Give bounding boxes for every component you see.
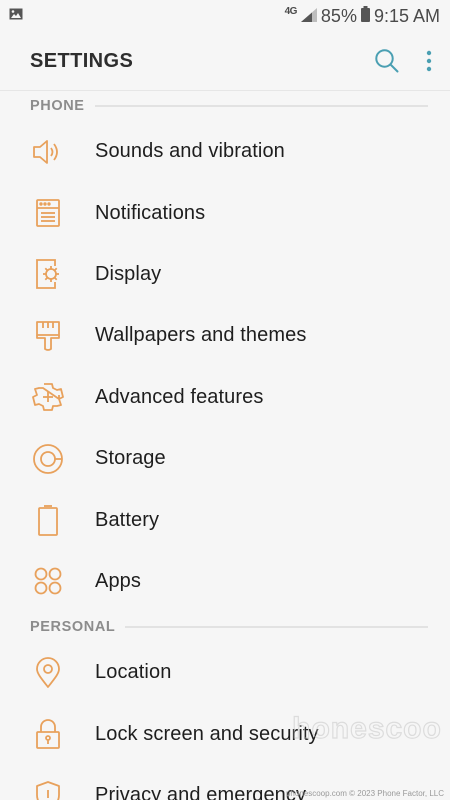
settings-item-label: Storage xyxy=(95,447,166,470)
status-right: 4G 85% 9:15 AM xyxy=(284,5,440,27)
settings-item-label: Sounds and vibration xyxy=(95,140,285,163)
watermark-copyright: phonescoop.com © 2023 Phone Factor, LLC xyxy=(286,789,444,798)
app-bar: SETTINGS xyxy=(0,32,450,90)
watermark-site: phonescoop.com xyxy=(285,789,347,798)
phonescoop-watermark: phonescoop xyxy=(272,708,450,778)
section-label: PERSONAL xyxy=(30,619,116,636)
search-icon[interactable] xyxy=(374,48,400,74)
apps-icon xyxy=(30,563,66,599)
settings-item-label: Apps xyxy=(95,569,141,592)
settings-item-label: Display xyxy=(95,262,162,285)
settings-item-label: Location xyxy=(95,661,172,684)
section-header-phone: PHONE xyxy=(0,91,450,121)
settings-item-label: Wallpapers and themes xyxy=(95,324,307,347)
privacy-icon xyxy=(30,778,66,800)
settings-item-location[interactable]: Location xyxy=(0,642,450,703)
location-icon xyxy=(30,655,66,691)
copyright-text: © 2023 Phone Factor, LLC xyxy=(349,789,444,798)
app-bar-actions xyxy=(374,48,432,74)
settings-item-label: Advanced features xyxy=(95,385,264,408)
section-divider xyxy=(94,105,428,107)
settings-item-label: Battery xyxy=(95,508,160,531)
settings-item-battery[interactable]: Battery xyxy=(0,489,450,550)
settings-item-wallpapers-and-themes[interactable]: Wallpapers and themes xyxy=(0,305,450,366)
image-icon xyxy=(9,7,23,25)
more-vert-icon[interactable] xyxy=(426,50,432,72)
battery-percent: 85% xyxy=(320,5,357,26)
status-left xyxy=(9,7,23,25)
battery-status-icon xyxy=(360,5,370,27)
clock: 9:15 AM xyxy=(373,5,440,26)
settings-list: PHONE Sounds and vibration Notifications… xyxy=(0,90,450,800)
settings-item-label: Lock screen and security xyxy=(95,722,319,745)
watermark-logo: phonescoop xyxy=(292,712,442,745)
volume-icon xyxy=(30,134,66,170)
lock-icon xyxy=(30,716,66,752)
display-icon xyxy=(30,256,66,292)
settings-item-apps[interactable]: Apps xyxy=(0,551,450,612)
status-bar: 4G 85% 9:15 AM xyxy=(0,0,450,32)
settings-item-advanced-features[interactable]: Advanced features xyxy=(0,367,450,428)
signal-icon xyxy=(300,6,317,27)
network-type: 4G xyxy=(284,5,298,17)
notifications-icon xyxy=(30,195,66,231)
settings-item-label: Privacy and emergency xyxy=(95,784,307,800)
settings-item-label: Notifications xyxy=(95,201,206,224)
section-label: PHONE xyxy=(30,98,85,114)
battery-icon xyxy=(30,502,66,538)
settings-item-storage[interactable]: Storage xyxy=(0,428,450,489)
settings-item-display[interactable]: Display xyxy=(0,244,450,305)
settings-item-sounds-and-vibration[interactable]: Sounds and vibration xyxy=(0,121,450,182)
brush-icon xyxy=(30,318,66,354)
page-title: SETTINGS xyxy=(30,49,134,72)
section-divider xyxy=(125,626,428,629)
storage-icon xyxy=(30,441,66,477)
settings-item-notifications[interactable]: Notifications xyxy=(0,182,450,243)
advanced-features-icon xyxy=(30,379,66,415)
section-header-personal: PERSONAL xyxy=(0,612,450,642)
